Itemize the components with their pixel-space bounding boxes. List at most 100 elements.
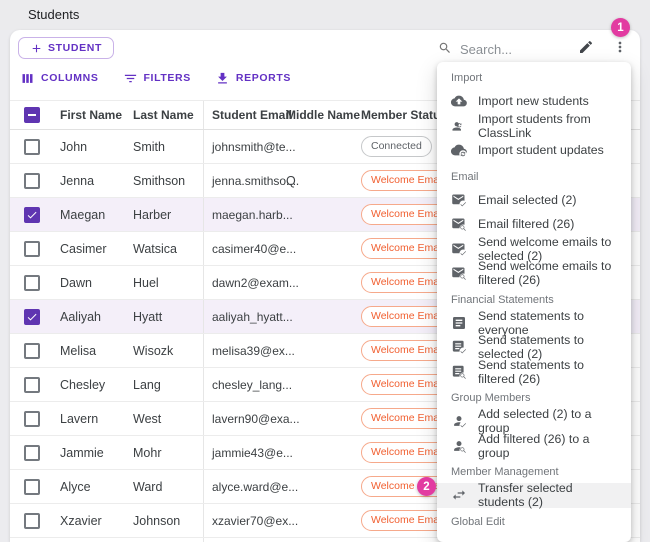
- filters-button[interactable]: FILTERS: [115, 66, 199, 90]
- cell-middle-name: [278, 198, 353, 231]
- cell-last-name: Huel: [133, 266, 203, 299]
- check-icon: [26, 311, 38, 323]
- column-header-last-name[interactable]: Last Name: [133, 101, 203, 129]
- add-student-button[interactable]: STUDENT: [18, 37, 114, 59]
- cell-student-email: jenna.smithso...: [203, 164, 278, 197]
- cell-middle-name: Q.: [278, 164, 353, 197]
- cell-student-email: alyce.ward@e...: [203, 470, 278, 503]
- cell-last-name: Smithson: [133, 164, 203, 197]
- cell-middle-name: [278, 300, 353, 333]
- column-header-student-email[interactable]: Student Email: [203, 101, 278, 129]
- cell-first-name: Maegan: [60, 198, 133, 231]
- cell-student-email: xzavier70@ex...: [203, 504, 278, 537]
- plus-icon: [30, 42, 43, 55]
- edit-button[interactable]: [578, 39, 594, 55]
- cell-middle-name: [278, 232, 353, 265]
- cell-last-name: Hyatt: [133, 300, 203, 333]
- person-check-icon: [451, 413, 467, 429]
- row-checkbox[interactable]: [24, 173, 40, 189]
- menu-item[interactable]: Import student updates: [437, 138, 631, 163]
- reports-button[interactable]: REPORTS: [207, 66, 299, 90]
- cell-student-email: maegan.harb...: [203, 198, 278, 231]
- cell-first-name: Chesley: [60, 368, 133, 401]
- cloud-sync-icon: [451, 142, 467, 158]
- row-checkbox[interactable]: [24, 207, 40, 223]
- search-icon: [438, 41, 452, 55]
- menu-item[interactable]: Import new students: [437, 89, 631, 114]
- cell-middle-name: [278, 538, 353, 542]
- menu-item[interactable]: Import students from ClassLink: [437, 114, 631, 139]
- search-input[interactable]: [458, 38, 572, 60]
- menu-item[interactable]: Send statements to everyone: [437, 311, 631, 336]
- cell-middle-name: [278, 334, 353, 367]
- cell-student-email: aaliyah_hyatt...: [203, 300, 278, 333]
- row-checkbox[interactable]: [24, 411, 40, 427]
- row-checkbox[interactable]: [24, 479, 40, 495]
- cell-student-email: casimer40@e...: [203, 232, 278, 265]
- kebab-icon: [612, 39, 628, 55]
- row-checkbox[interactable]: [24, 445, 40, 461]
- check-icon: [26, 209, 38, 221]
- menu-item[interactable]: Send welcome emails to selected (2): [437, 237, 631, 262]
- cell-first-name: Xzavier: [60, 504, 133, 537]
- column-header-first-name[interactable]: First Name: [60, 101, 133, 129]
- status-badge: Connected: [361, 136, 432, 156]
- transfer-icon: [451, 487, 467, 503]
- email-search-icon: [451, 265, 467, 281]
- row-checkbox[interactable]: [24, 241, 40, 257]
- menu-section-label: Group Members: [437, 384, 631, 409]
- cell-last-name: Johnson: [133, 504, 203, 537]
- cell-last-name: Ward: [133, 470, 203, 503]
- cell-last-name: Hansen: [133, 538, 203, 542]
- email-search-icon: [451, 216, 467, 232]
- menu-section-label: Email: [437, 163, 631, 188]
- cell-student-email: jammie43@e...: [203, 436, 278, 469]
- menu-item[interactable]: Add filtered (26) to a group: [437, 434, 631, 459]
- step-2-callout-badge: 2: [417, 477, 436, 496]
- row-checkbox[interactable]: [24, 513, 40, 529]
- doc-search-icon: [451, 364, 467, 380]
- pencil-icon: [578, 39, 594, 55]
- row-checkbox[interactable]: [24, 377, 40, 393]
- columns-icon: [20, 71, 35, 86]
- cell-student-email: dawn2@exam...: [203, 266, 278, 299]
- columns-button[interactable]: COLUMNS: [12, 66, 107, 90]
- cell-middle-name: [278, 368, 353, 401]
- cell-last-name: Mohr: [133, 436, 203, 469]
- row-checkbox[interactable]: [24, 309, 40, 325]
- menu-item[interactable]: Transfer selected students (2): [437, 483, 631, 508]
- menu-item[interactable]: Send welcome emails to filtered (26): [437, 261, 631, 286]
- menu-item[interactable]: Send statements to selected (2): [437, 335, 631, 360]
- cell-first-name: John: [60, 130, 133, 163]
- select-all-checkbox[interactable]: [24, 107, 40, 123]
- columns-label: COLUMNS: [41, 72, 99, 84]
- row-checkbox[interactable]: [24, 343, 40, 359]
- menu-item[interactable]: Send statements to filtered (26): [437, 360, 631, 385]
- menu-item[interactable]: Email filtered (26): [437, 212, 631, 237]
- cell-last-name: Harber: [133, 198, 203, 231]
- cell-middle-name: [278, 266, 353, 299]
- cell-last-name: Watsica: [133, 232, 203, 265]
- menu-section-label: Member Management: [437, 458, 631, 483]
- menu-section-label: Import: [437, 64, 631, 89]
- cell-last-name: West: [133, 402, 203, 435]
- row-checkbox[interactable]: [24, 139, 40, 155]
- cell-last-name: Wisozk: [133, 334, 203, 367]
- cell-first-name: Melisa: [60, 334, 133, 367]
- menu-section-label: Financial Statements: [437, 286, 631, 311]
- menu-section-label: Global Edit: [437, 508, 631, 533]
- person-search-icon: [451, 438, 467, 454]
- column-header-middle-name[interactable]: Middle Name: [278, 101, 353, 129]
- actions-menu: Import Import new students Import studen…: [437, 62, 631, 542]
- doc-icon: [451, 315, 467, 331]
- cell-middle-name: [278, 130, 353, 163]
- menu-item[interactable]: Add selected (2) to a group: [437, 409, 631, 434]
- doc-check-icon: [451, 339, 467, 355]
- row-checkbox[interactable]: [24, 275, 40, 291]
- cell-first-name: Alyce: [60, 470, 133, 503]
- cell-last-name: Smith: [133, 130, 203, 163]
- download-icon: [215, 71, 230, 86]
- more-actions-button[interactable]: [612, 39, 628, 55]
- menu-item[interactable]: Email selected (2): [437, 188, 631, 213]
- cell-middle-name: [278, 436, 353, 469]
